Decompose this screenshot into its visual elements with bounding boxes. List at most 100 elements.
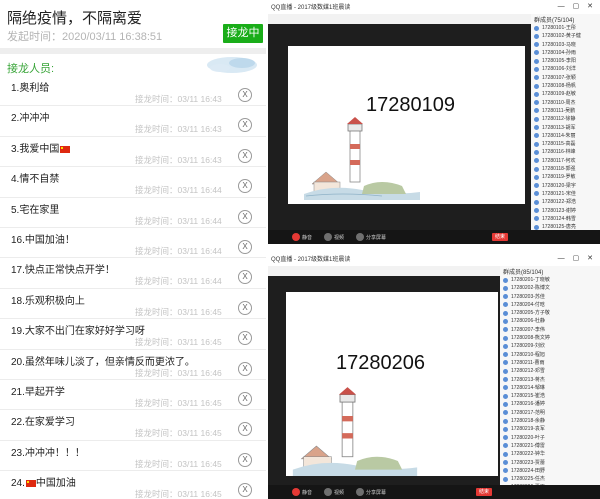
member-item[interactable]: 17280221-傅雷 [500, 442, 600, 450]
camera-icon[interactable] [324, 233, 332, 241]
member-item[interactable]: 17280213-蒋杰 [500, 376, 600, 384]
participant-text: 4.情不自禁 [11, 170, 59, 185]
member-item[interactable]: 17280218-余静 [500, 417, 600, 425]
participant-text: 21.早起开学 [11, 383, 65, 398]
share-label[interactable]: 分享屏幕 [366, 234, 386, 241]
member-item[interactable]: 17280117-何欢 [531, 157, 600, 165]
video-label[interactable]: 视频 [334, 489, 344, 496]
member-item[interactable]: 17280204-付晗 [500, 301, 600, 309]
remove-entry-button[interactable]: X [238, 270, 252, 285]
member-item[interactable]: 17280103-马晓 [531, 41, 600, 49]
camera-icon[interactable] [324, 488, 332, 496]
live-window-top: QQ直播 - 2017级数媒1班晨读 — ▢ ✕ 17280109 群成员(75… [268, 0, 600, 244]
share-screen-icon[interactable] [356, 488, 364, 496]
member-item[interactable]: 17280107-张颖 [531, 74, 600, 82]
member-item[interactable]: 17280112-徐静 [531, 115, 600, 123]
member-item[interactable]: 17280114-朱丽 [531, 132, 600, 140]
member-item[interactable]: 17280214-邹琳 [500, 384, 600, 392]
remove-entry-button[interactable]: X [238, 300, 252, 315]
shared-screen: 17280206 [286, 292, 498, 476]
end-button[interactable]: 结束 [492, 233, 508, 241]
window-title: QQ直播 - 2017级数媒1班晨读 [271, 257, 351, 263]
window-controls-icon[interactable]: — ▢ ✕ [558, 2, 596, 10]
member-item[interactable]: 17280210-程旭 [500, 351, 600, 359]
remove-entry-button[interactable]: X [238, 118, 252, 133]
list-item: 4.情不自禁接龙时间：03/11 16:44 X [0, 167, 266, 198]
member-item[interactable]: 17280211-曹雨 [500, 359, 600, 367]
list-item: 5.宅在家里 接龙时间：03/11 16:44 X [0, 198, 266, 228]
member-item[interactable]: 17280101-王彤 [531, 24, 600, 32]
member-item[interactable]: 17280109-赵敏 [531, 90, 600, 98]
member-item[interactable]: 17280202-陈博文 [500, 284, 600, 292]
member-item[interactable]: 17280115-高磊 [531, 140, 600, 148]
student-id-display: 17280109 [366, 94, 455, 116]
member-item[interactable]: 17280110-周杰 [531, 99, 600, 107]
remove-entry-button[interactable]: X [238, 331, 252, 346]
member-item[interactable]: 17280207-李伟 [500, 326, 600, 334]
member-item[interactable]: 17280122-郑浩 [531, 198, 600, 206]
member-item[interactable]: 17280223-贾蕾 [500, 459, 600, 467]
member-item[interactable]: 17280217-范明 [500, 409, 600, 417]
remove-entry-button[interactable]: X [238, 361, 252, 376]
remove-entry-button[interactable]: X [238, 391, 252, 406]
control-bar: 静音 视频 分享屏幕 结束 [268, 485, 600, 499]
member-count: 群成员(85/104) [503, 270, 544, 276]
member-item[interactable]: 17280104-孙雨 [531, 49, 600, 57]
member-item[interactable]: 17280216-潘婷 [500, 400, 600, 408]
member-item[interactable]: 17280212-邓雪 [500, 367, 600, 375]
join-time: 接龙时间：03/11 16:43 [135, 154, 222, 165]
member-item[interactable]: 17280215-崔浩 [500, 392, 600, 400]
member-item[interactable]: 17280124-韩雪 [531, 215, 600, 223]
participant-text: 3.我爱中国 [11, 140, 71, 155]
member-item[interactable]: 17280119-罗敏 [531, 173, 600, 181]
share-label[interactable]: 分享屏幕 [366, 489, 386, 496]
mic-icon[interactable] [292, 233, 300, 241]
member-item[interactable]: 17280102-黄子健 [531, 32, 600, 40]
remove-entry-button[interactable]: X [238, 422, 252, 437]
member-item[interactable]: 17280206-杜静 [500, 317, 600, 325]
member-item[interactable]: 17280219-袁军 [500, 425, 600, 433]
member-sidebar: 群成员(75/104) 17280101-王彤 17280102-黄子健 17280… [531, 14, 600, 230]
member-item[interactable]: 17280201-丁晓敏 [500, 276, 600, 284]
member-item[interactable]: 17280116-林峰 [531, 148, 600, 156]
mic-icon[interactable] [292, 488, 300, 496]
remove-entry-button[interactable]: X [238, 209, 252, 224]
mute-label[interactable]: 静音 [302, 234, 312, 241]
member-item[interactable]: 17280120-梁宇 [531, 182, 600, 190]
share-screen-icon[interactable] [356, 233, 364, 241]
join-time: 接龙时间：03/11 16:45 [135, 306, 222, 317]
member-item[interactable]: 17280121-宋佳 [531, 190, 600, 198]
member-item[interactable]: 17280209-刘欣 [500, 342, 600, 350]
member-item[interactable]: 17280108-杨帆 [531, 82, 600, 90]
list-item: 17.快点正常快点开学！ 接龙时间：03/11 16:44 X [0, 258, 266, 289]
join-chain-button[interactable]: 接龙中 [223, 24, 263, 43]
member-list: 17280201-丁晓敏 17280202-陈博文 17280203-苏佳 17280… [500, 276, 600, 499]
remove-entry-button[interactable]: X [238, 148, 252, 163]
member-item[interactable]: 17280105-李阳 [531, 57, 600, 65]
member-item[interactable]: 17280224-田野 [500, 467, 600, 475]
remove-entry-button[interactable]: X [238, 239, 252, 254]
member-item[interactable]: 17280113-胡军 [531, 124, 600, 132]
member-item[interactable]: 17280208-熊文婷 [500, 334, 600, 342]
member-item[interactable]: 17280118-郭强 [531, 165, 600, 173]
remove-entry-button[interactable]: X [238, 88, 252, 102]
join-time: 接龙时间：03/11 16:44 [135, 185, 222, 196]
member-item[interactable]: 17280203-苏佳 [500, 293, 600, 301]
video-label[interactable]: 视频 [334, 234, 344, 241]
remove-entry-button[interactable]: X [238, 452, 252, 467]
member-item[interactable]: 17280111-吴鹏 [531, 107, 600, 115]
member-item[interactable]: 17280123-谢婷 [531, 207, 600, 215]
join-time: 接龙时间：03/11 16:43 [135, 124, 222, 135]
join-time: 接龙时间：03/11 16:45 [135, 428, 222, 439]
member-item[interactable]: 17280222-钟华 [500, 450, 600, 458]
remove-entry-button[interactable]: X [238, 179, 252, 194]
member-item[interactable]: 17280225-任杰 [500, 475, 600, 483]
end-button[interactable]: 结束 [476, 488, 492, 496]
member-item[interactable]: 17280106-刘洋 [531, 65, 600, 73]
remove-entry-button[interactable]: X [238, 483, 252, 498]
window-controls-icon[interactable]: — ▢ ✕ [558, 254, 596, 262]
mute-label[interactable]: 静音 [302, 489, 312, 496]
member-item[interactable]: 17280220-叶子 [500, 434, 600, 442]
member-item[interactable]: 17280205-方子敬 [500, 309, 600, 317]
participants-heading: 接龙人员: [7, 63, 55, 75]
